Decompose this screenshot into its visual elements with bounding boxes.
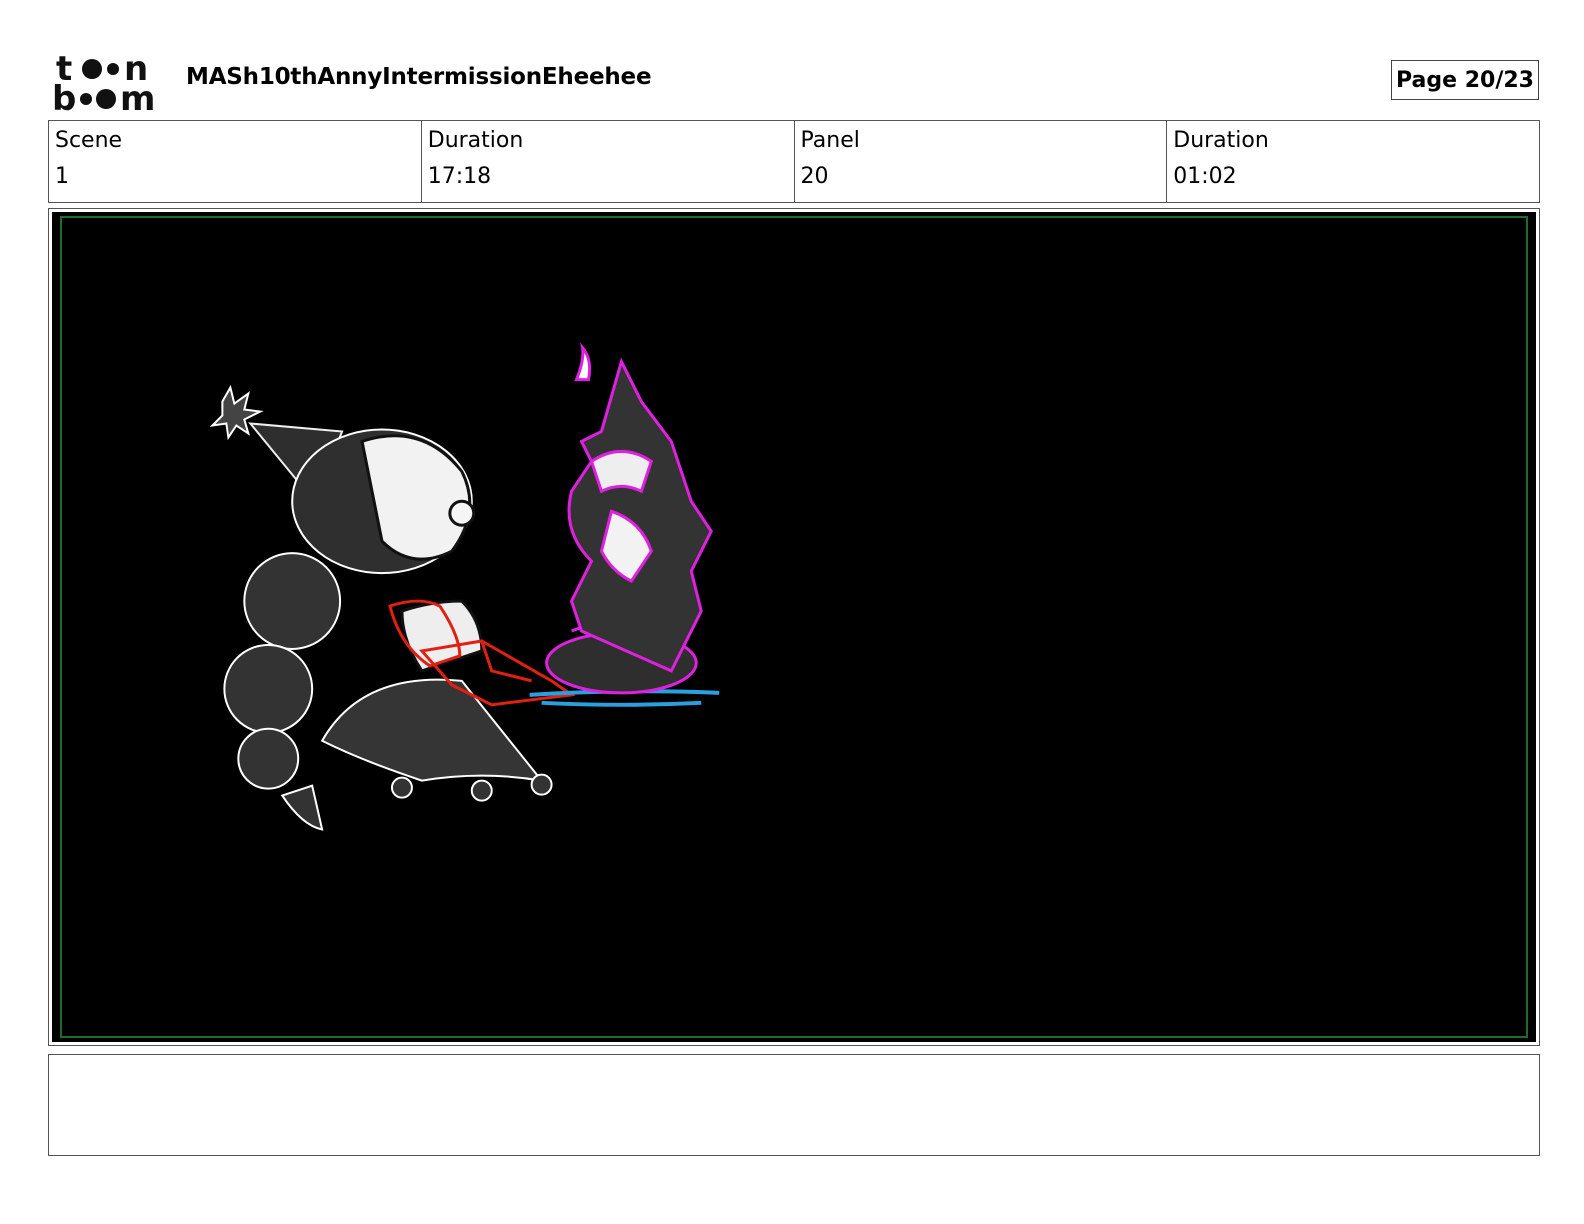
- panel-value: 20: [800, 164, 829, 189]
- scene-duration-label: Duration: [427, 128, 524, 153]
- panel-duration-value: 01:02: [1173, 164, 1237, 189]
- character-sketch: [209, 384, 553, 831]
- toon-boom-logo: t n b m: [52, 50, 155, 114]
- storyboard-panel-frame: [48, 208, 1540, 1046]
- panel-notes-box: [48, 1054, 1540, 1156]
- scene-label: Scene: [55, 128, 123, 153]
- scene-info-table: Scene 1 Duration 17:18 Panel 20 Duration…: [48, 120, 1540, 203]
- svg-text:m: m: [120, 79, 155, 114]
- cake-sketch: [545, 342, 713, 695]
- svg-text:b: b: [52, 79, 76, 114]
- page-number-badge: Page 20/23: [1391, 60, 1539, 100]
- panel-label: Panel: [800, 128, 860, 153]
- scene-duration-value: 17:18: [427, 164, 492, 189]
- document-title: MASh10thAnnyIntermissionEheehee: [186, 64, 652, 90]
- panel-duration-label: Duration: [1173, 128, 1269, 153]
- scene-cell: Scene 1: [49, 121, 421, 202]
- scene-duration-cell: Duration 17:18: [420, 121, 794, 202]
- panel-cell: Panel 20: [793, 121, 1167, 202]
- sketch-drawing: [209, 342, 720, 831]
- panel-duration-cell: Duration 01:02: [1166, 121, 1539, 202]
- panel-image: [52, 212, 1536, 1042]
- scene-value: 1: [55, 164, 69, 189]
